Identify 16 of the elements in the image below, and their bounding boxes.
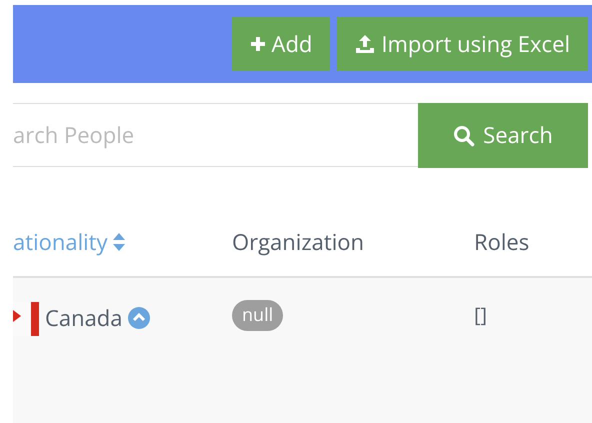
flag-icon (13, 300, 39, 336)
add-button[interactable]: Add (232, 17, 330, 71)
upload-icon (355, 34, 376, 54)
column-header: Roles (474, 226, 530, 258)
search-field[interactable]: arch People (13, 103, 418, 167)
search-icon (453, 124, 476, 146)
table-cell-text: [] (474, 300, 488, 330)
sort-icon[interactable] (112, 232, 126, 252)
column-header[interactable]: ationality (13, 226, 108, 258)
table-cell: Canada (45, 302, 122, 334)
chevron-up-icon[interactable] (128, 307, 150, 329)
plus-icon (250, 36, 266, 52)
column-header: Organization (232, 226, 364, 258)
null-badge: null (232, 300, 284, 331)
import-button[interactable]: Import using Excel (337, 17, 588, 71)
search-button[interactable]: Search (418, 103, 588, 168)
